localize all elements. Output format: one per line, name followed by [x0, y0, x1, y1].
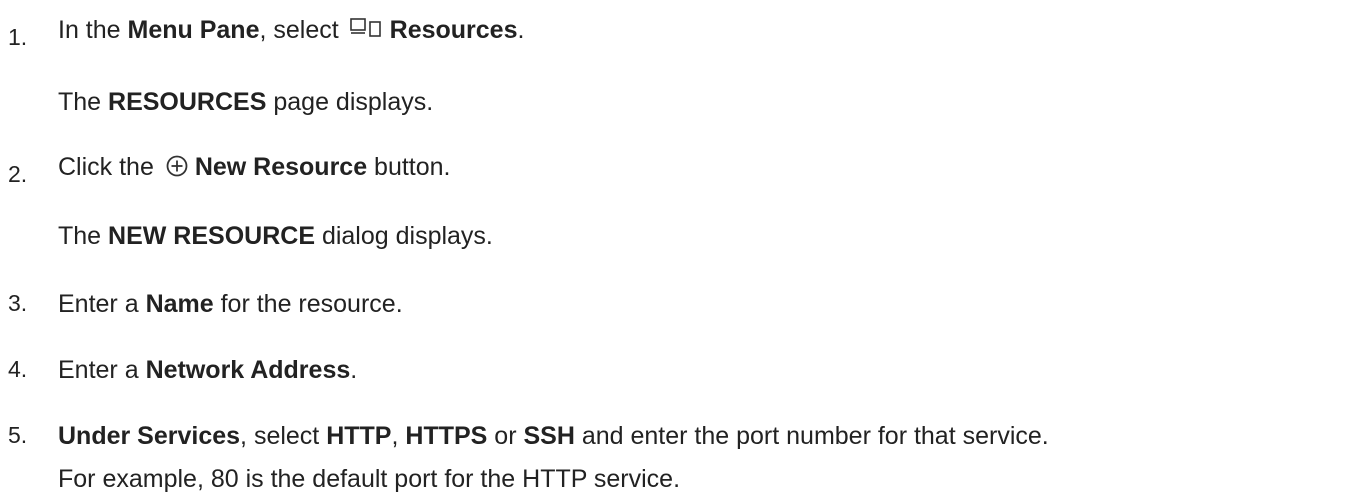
resources-icon — [349, 17, 384, 48]
step-number: 1. — [8, 24, 28, 50]
step-5-note: For example, 80 is the default port for … — [58, 465, 681, 493]
step-text: Enter a Network Address. — [58, 356, 358, 384]
step-number: 2. — [8, 161, 28, 187]
step-text: Under Services, select HTTP, HTTPS or SS… — [58, 422, 1049, 450]
plus-circle-icon — [165, 154, 189, 185]
menu-pane-label: Menu Pane — [127, 16, 260, 44]
step-1-result: The RESOURCES page displays. — [58, 88, 434, 116]
resources-label: Resources — [389, 16, 518, 44]
step-number: 4. — [8, 356, 28, 382]
step-2-result: The NEW RESOURCE dialog displays. — [58, 222, 493, 250]
step-text: Enter a Name for the resource. — [58, 290, 403, 318]
step-text: In the Menu Pane, select Resources. — [58, 16, 524, 48]
step-text: Click the New Resource button. — [58, 153, 451, 185]
new-resource-label: New Resource — [194, 153, 368, 181]
step-number: 5. — [8, 422, 28, 448]
step-number: 3. — [8, 290, 28, 316]
